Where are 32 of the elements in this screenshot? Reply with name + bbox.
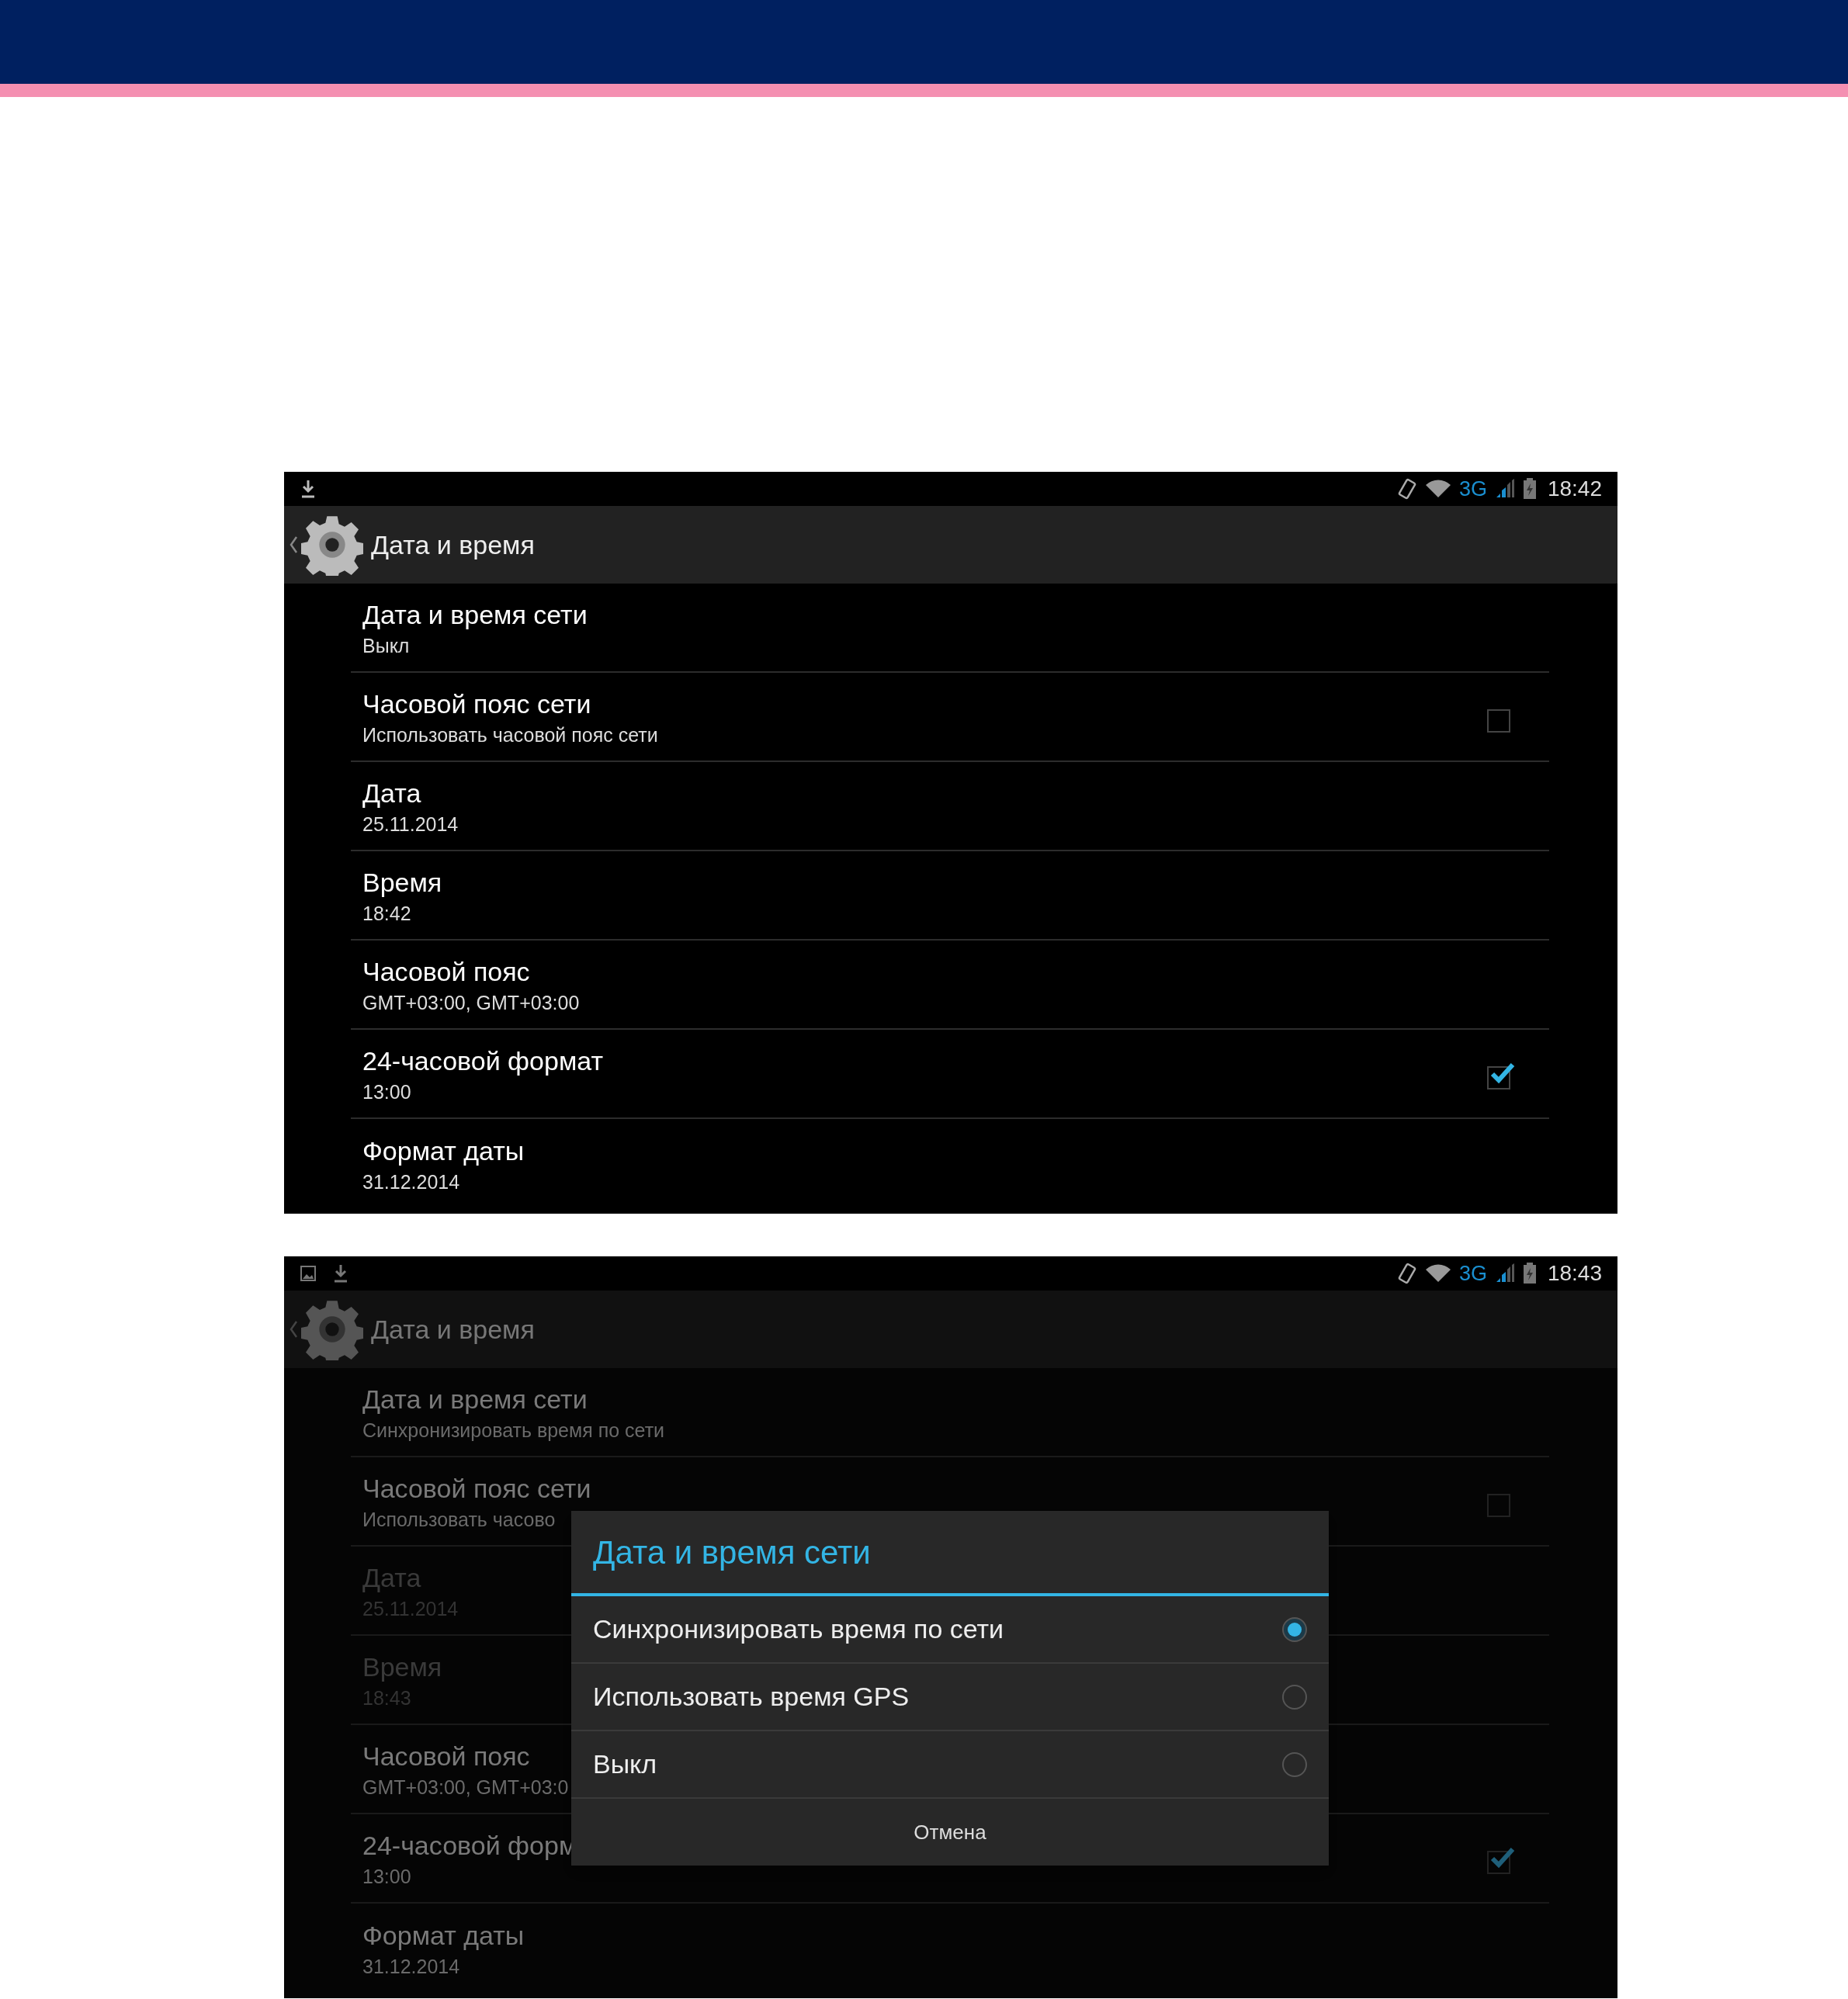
setting-summary: Использовать часово <box>362 1507 556 1532</box>
setting-title: Часовой пояс <box>362 1740 531 1772</box>
option-label: Синхронизировать время по сети <box>593 1613 1004 1645</box>
setting-title: 24-часовой формат <box>362 1045 603 1077</box>
screen-title: Дата и время <box>371 528 535 561</box>
setting-title: Дата и время сети <box>362 598 588 631</box>
network-type: 3G <box>1458 1263 1487 1284</box>
setting-summary: Выкл <box>362 633 411 658</box>
setting-title: Дата и время сети <box>362 1383 588 1415</box>
setting-title: Формат даты <box>362 1919 525 1952</box>
setting-title: Часовой пояс <box>362 955 531 988</box>
setting-title: Время <box>362 866 442 899</box>
setting-title: Часовой пояс сети <box>362 688 592 720</box>
setting-summary: Использовать часовой пояс сети <box>362 722 658 747</box>
setting-summary: GMT+03:00, GMT+03:0 <box>362 1775 569 1800</box>
clock: 18:42 <box>1547 478 1602 500</box>
setting-summary: 13:00 <box>362 1864 412 1889</box>
option-label: Использовать время GPS <box>593 1681 910 1713</box>
setting-summary: GMT+03:00, GMT+03:00 <box>362 990 580 1015</box>
clock: 18:43 <box>1547 1263 1602 1284</box>
setting-title: Дата <box>362 777 422 809</box>
setting-title: Формат даты <box>362 1135 525 1167</box>
setting-title: Часовой пояс сети <box>362 1472 591 1505</box>
setting-summary: Синхронизировать время по сети <box>362 1418 665 1443</box>
setting-summary: 18:42 <box>362 901 412 926</box>
network-type: 3G <box>1458 478 1487 500</box>
setting-summary: 25.11.2014 <box>362 812 459 837</box>
screen-title: Дата и время <box>371 1313 535 1346</box>
option-label: Выкл <box>593 1748 657 1780</box>
setting-summary: 31.12.2014 <box>362 1169 461 1194</box>
setting-summary: 13:00 <box>362 1079 412 1104</box>
setting-summary: 31.12.2014 <box>362 1954 461 1979</box>
